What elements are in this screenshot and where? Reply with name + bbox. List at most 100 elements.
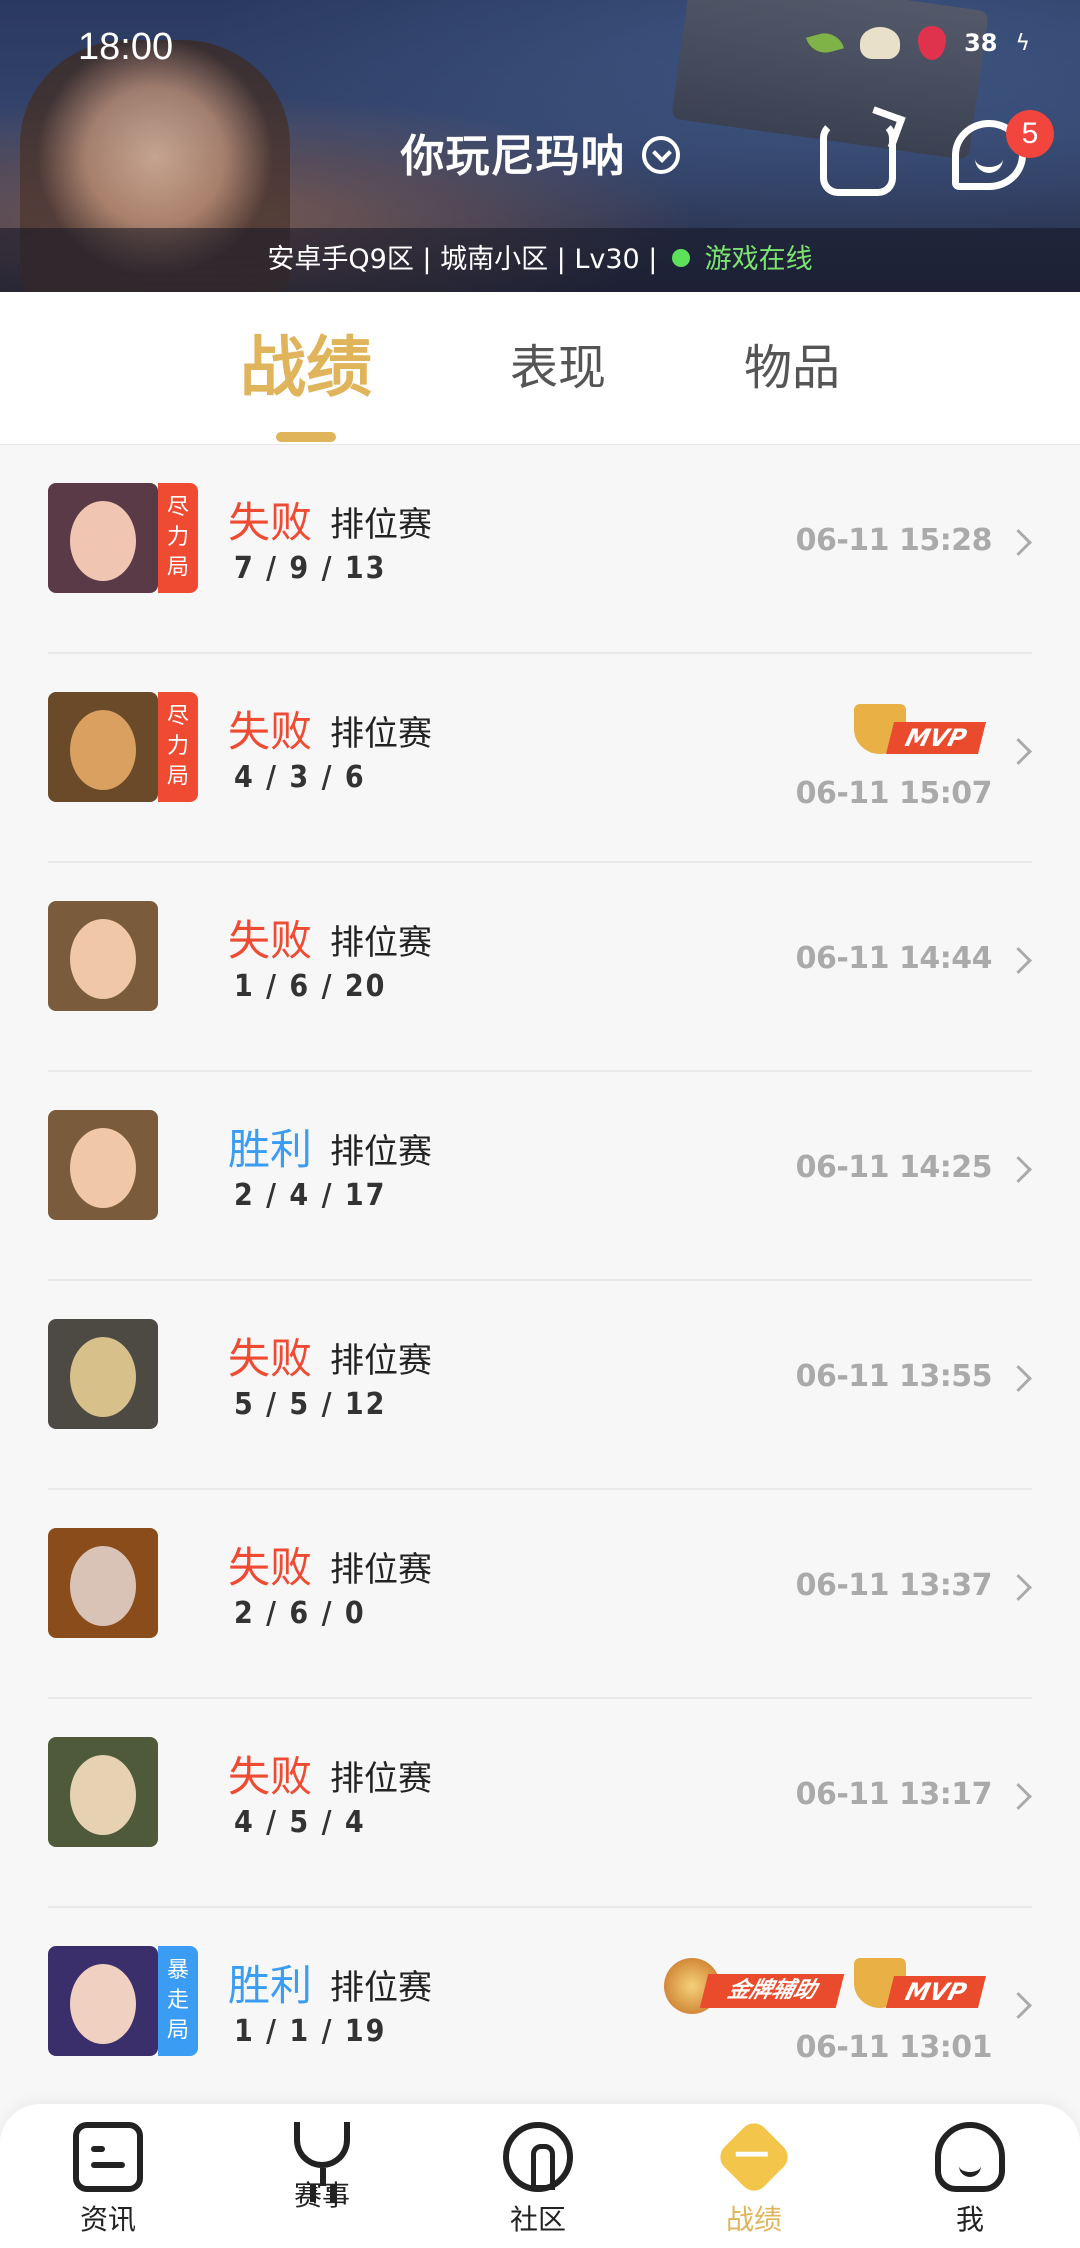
match-result: 胜利: [228, 1961, 313, 2010]
hero-avatar: [48, 901, 158, 1011]
online-status: 游戏在线: [704, 244, 813, 275]
hero-face: [70, 1546, 136, 1626]
mvp-label: MVP: [886, 722, 986, 754]
strawberry-icon: [918, 26, 947, 60]
nav-me[interactable]: 我: [910, 2122, 1030, 2238]
match-time: 06-11 13:17: [795, 1777, 993, 1812]
dumpling-icon: [860, 27, 901, 59]
match-result: 失败: [228, 707, 313, 756]
match-tag: 暴走局: [158, 1946, 198, 2056]
chevron-right-icon: [1005, 529, 1032, 556]
nav-community-label: 社区: [509, 2203, 566, 2236]
mvp-badge: MVP: [854, 704, 986, 762]
tab-performance[interactable]: 表现: [488, 292, 628, 444]
tab-bar: 战绩 表现 物品: [0, 292, 1080, 445]
gold-badge-label: 金牌辅助: [699, 1974, 845, 2008]
match-mode: 排位赛: [330, 1550, 432, 1590]
match-row[interactable]: 失败 排位赛 1 / 6 / 20 06-11 14:44: [48, 863, 1032, 1072]
nav-news-label: 资讯: [79, 2203, 136, 2236]
hero-face: [70, 1337, 136, 1417]
match-kda: 5 / 5 / 12: [234, 1387, 387, 1422]
match-time: 06-11 15:28: [795, 523, 993, 558]
nav-record-label: 战绩: [725, 2203, 782, 2236]
match-kda: 2 / 4 / 17: [234, 1178, 387, 1213]
hero-avatar: [48, 1110, 158, 1220]
player-name: 你玩尼玛呐: [400, 131, 626, 182]
match-kda: 1 / 6 / 20: [234, 969, 387, 1004]
online-dot-icon: [672, 248, 690, 267]
status-bar: 18:00 38 ϟ: [0, 0, 1080, 100]
chevron-right-icon: [1005, 1574, 1032, 1601]
player-info-strip: 安卓手Q9区 | 城南小区 | Lv30 | 游戏在线: [0, 228, 1080, 292]
match-row[interactable]: 失败 排位赛 2 / 6 / 0 06-11 13:37: [48, 1490, 1032, 1699]
news-icon: [73, 2122, 143, 2192]
tab-active-indicator: [276, 432, 336, 442]
chevron-right-icon: [1005, 1365, 1032, 1392]
match-result: 胜利: [228, 1125, 313, 1174]
bottom-nav: 资讯 赛事 社区 战绩 我: [0, 2104, 1080, 2248]
hero-avatar: [48, 1946, 158, 2056]
charging-icon: ϟ: [1015, 30, 1030, 56]
match-row[interactable]: 胜利 排位赛 2 / 4 / 17 06-11 14:25: [48, 1072, 1032, 1281]
match-mode: 排位赛: [330, 505, 432, 545]
match-kda: 7 / 9 / 13: [234, 551, 387, 586]
chevron-right-icon: [1005, 947, 1032, 974]
match-result: 失败: [228, 1752, 313, 1801]
match-mode: 排位赛: [330, 714, 432, 754]
hero-face: [70, 501, 136, 581]
profile-header: 18:00 38 ϟ 你玩尼玛呐 5 安卓手Q9区 | 城南小区 | Lv30 …: [0, 0, 1080, 292]
match-kda: 4 / 5 / 4: [234, 1805, 366, 1840]
tab-items[interactable]: 物品: [722, 292, 862, 444]
match-time: 06-11 13:37: [795, 1568, 993, 1603]
match-row[interactable]: 尽力局失败 排位赛 4 / 3 / 6 MVP 06-11 15:07: [48, 654, 1032, 863]
match-time: 06-11 14:44: [795, 941, 993, 976]
match-result: 失败: [228, 498, 313, 547]
share-button[interactable]: [820, 120, 896, 196]
community-icon: [503, 2122, 573, 2192]
match-result: 失败: [228, 916, 313, 965]
chevron-right-icon: [1005, 1156, 1032, 1183]
status-time: 18:00: [78, 26, 174, 68]
mvp-badge: MVP: [854, 1958, 986, 2016]
nav-community[interactable]: 社区: [478, 2122, 598, 2238]
chevron-right-icon: [1005, 1783, 1032, 1810]
record-icon: [714, 2117, 794, 2197]
chevron-down-icon: [641, 136, 680, 174]
match-time: 06-11 15:07: [795, 776, 993, 811]
nav-events[interactable]: 赛事: [262, 2122, 382, 2214]
mvp-label: MVP: [886, 1976, 986, 2008]
hero-avatar: [48, 692, 158, 802]
match-mode: 排位赛: [330, 1759, 432, 1799]
tab-record[interactable]: 战绩: [220, 292, 392, 444]
match-row[interactable]: 暴走局胜利 排位赛 1 / 1 / 19 金牌辅助 MVP 06-11 13:01: [48, 1908, 1032, 2117]
match-tag: 尽力局: [158, 692, 198, 802]
match-row[interactable]: 失败 排位赛 4 / 5 / 4 06-11 13:17: [48, 1699, 1032, 1908]
nav-news[interactable]: 资讯: [48, 2122, 168, 2238]
chevron-right-icon: [1005, 1992, 1032, 2019]
match-row[interactable]: 失败 排位赛 5 / 5 / 12 06-11 13:55: [48, 1281, 1032, 1490]
match-time: 06-11 13:01: [795, 2030, 993, 2065]
player-info-text: 安卓手Q9区 | 城南小区 | Lv30 |: [267, 244, 658, 275]
gold-support-badge: 金牌辅助: [664, 1958, 845, 2016]
nav-record[interactable]: 战绩: [694, 2117, 814, 2238]
chevron-right-icon: [1005, 738, 1032, 765]
trophy-icon: [294, 2122, 350, 2186]
match-result: 失败: [228, 1543, 313, 1592]
battery-level: 38: [964, 29, 998, 57]
hero-face: [70, 1128, 136, 1208]
match-row[interactable]: 尽力局失败 排位赛 7 / 9 / 13 06-11 15:28: [48, 445, 1032, 654]
chat-badge: 5: [1006, 110, 1054, 158]
hero-avatar: [48, 1319, 158, 1429]
status-icons: 38 ϟ: [806, 26, 1030, 60]
match-kda: 1 / 1 / 19: [234, 2014, 387, 2049]
nav-me-label: 我: [955, 2203, 984, 2236]
hero-avatar: [48, 1528, 158, 1638]
match-kda: 4 / 3 / 6: [234, 760, 366, 795]
match-tag: 尽力局: [158, 483, 198, 593]
match-time: 06-11 13:55: [795, 1359, 993, 1394]
leaf-icon: [806, 28, 845, 58]
match-result: 失败: [228, 1334, 313, 1383]
hero-avatar: [48, 483, 158, 593]
player-name-switcher[interactable]: 你玩尼玛呐: [0, 120, 1080, 184]
match-kda: 2 / 6 / 0: [234, 1596, 366, 1631]
